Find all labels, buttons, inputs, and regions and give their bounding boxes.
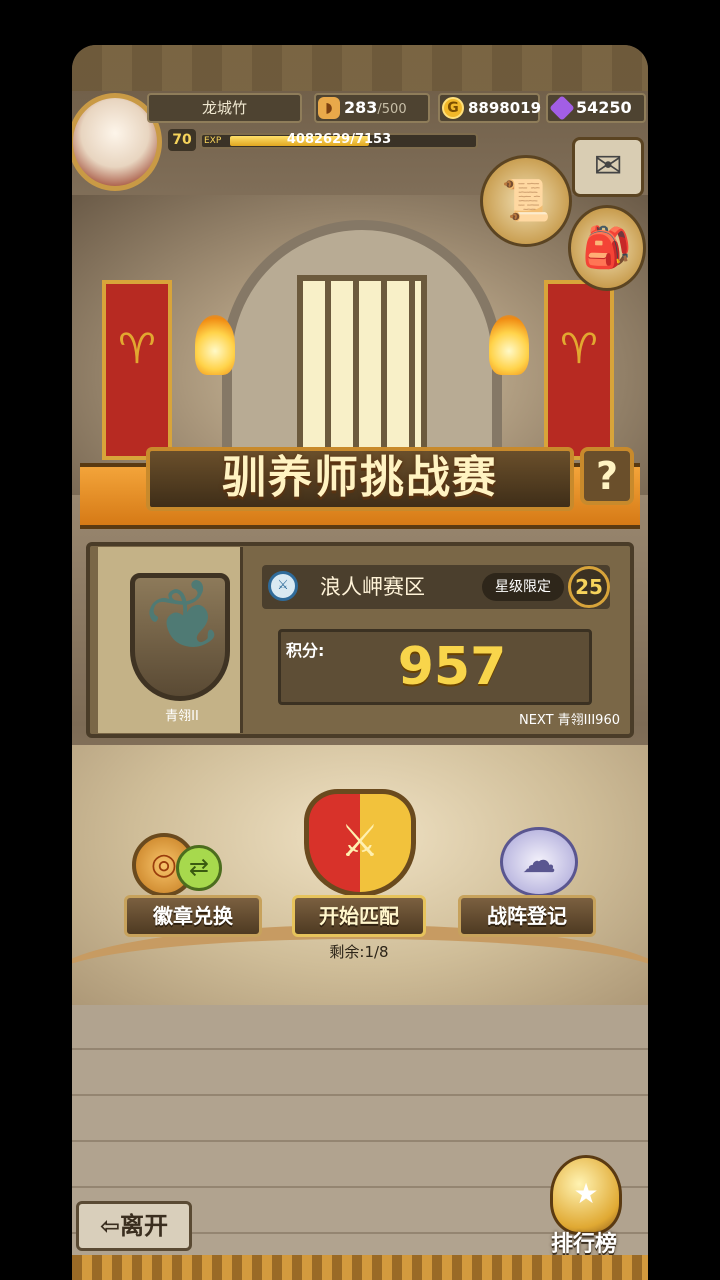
start-match-button[interactable]: 开始匹配 (292, 895, 426, 937)
zone-emblem-icon: ⚔ (268, 571, 298, 601)
crossed-swords-shield-icon: ⚔ (304, 789, 416, 897)
question-icon: ? (595, 454, 619, 498)
help-button[interactable]: ? (580, 447, 634, 505)
torch-left-icon (195, 315, 235, 375)
mail-button[interactable]: ✉ (572, 137, 644, 197)
leave-button[interactable]: ⇦离开 (76, 1201, 192, 1251)
lineup-register-button[interactable]: 战阵登记 (458, 895, 596, 937)
gold-counter[interactable]: G 8898019 (438, 93, 542, 123)
gold-coin-icon: G (442, 97, 464, 119)
score-label: 积分: (286, 641, 325, 660)
rank-badge-name: 青翎II (165, 709, 199, 724)
bread-icon: ◗ (318, 97, 340, 119)
bottom-ornament-strip (72, 1255, 648, 1280)
gold-value: 8898019 (468, 99, 542, 117)
glowing-gate (297, 275, 427, 465)
golden-egg-trophy-icon: ★ (550, 1155, 622, 1235)
stamina-counter[interactable]: ◗ 283/500 (314, 93, 430, 123)
game-screen: 龙城竹 70 EXP 4082629/7153 ◗ 283/500 G 8898… (72, 45, 648, 1280)
star-limit-value: 25 (568, 566, 610, 608)
badge-exchange-button[interactable]: 徽章兑换 (124, 895, 262, 937)
player-name: 龙城竹 (147, 93, 302, 123)
page-title: 驯养师挑战赛 (222, 452, 498, 503)
player-level: 70 (168, 129, 196, 151)
red-banner-left (102, 280, 172, 460)
stamina-value: 283 (344, 98, 378, 117)
envelope-icon: ✉ (593, 146, 623, 186)
red-banner-right (544, 280, 614, 460)
gem-value: 54250 (576, 98, 632, 117)
monster-team-icon: ☁ (500, 827, 578, 897)
top-ornament-strip (72, 45, 648, 91)
torch-right-icon (489, 315, 529, 375)
exchange-arrows-icon: ⇄ (176, 845, 222, 891)
scroll-icon: 📜 (501, 178, 551, 224)
exp-text: 4082629/7153 (286, 132, 392, 147)
backpack-icon: 🎒 (582, 225, 632, 271)
exp-bar: EXP 4082629/7153 (200, 132, 478, 149)
star-limit-label: 星级限定 (482, 573, 564, 601)
stamina-max: /500 (377, 102, 407, 117)
quest-scroll-button[interactable]: 📜 (480, 155, 572, 247)
next-rank-text: NEXT 青翎III960 (518, 713, 620, 728)
gem-counter[interactable]: 54250 (546, 93, 646, 123)
score-value: 957 (397, 637, 507, 697)
purple-gem-icon (549, 95, 575, 121)
backpack-button[interactable]: 🎒 (568, 205, 646, 291)
remaining-count: 剩余:1/8 (329, 943, 389, 961)
zone-name: 浪人岬赛区 (320, 575, 425, 599)
